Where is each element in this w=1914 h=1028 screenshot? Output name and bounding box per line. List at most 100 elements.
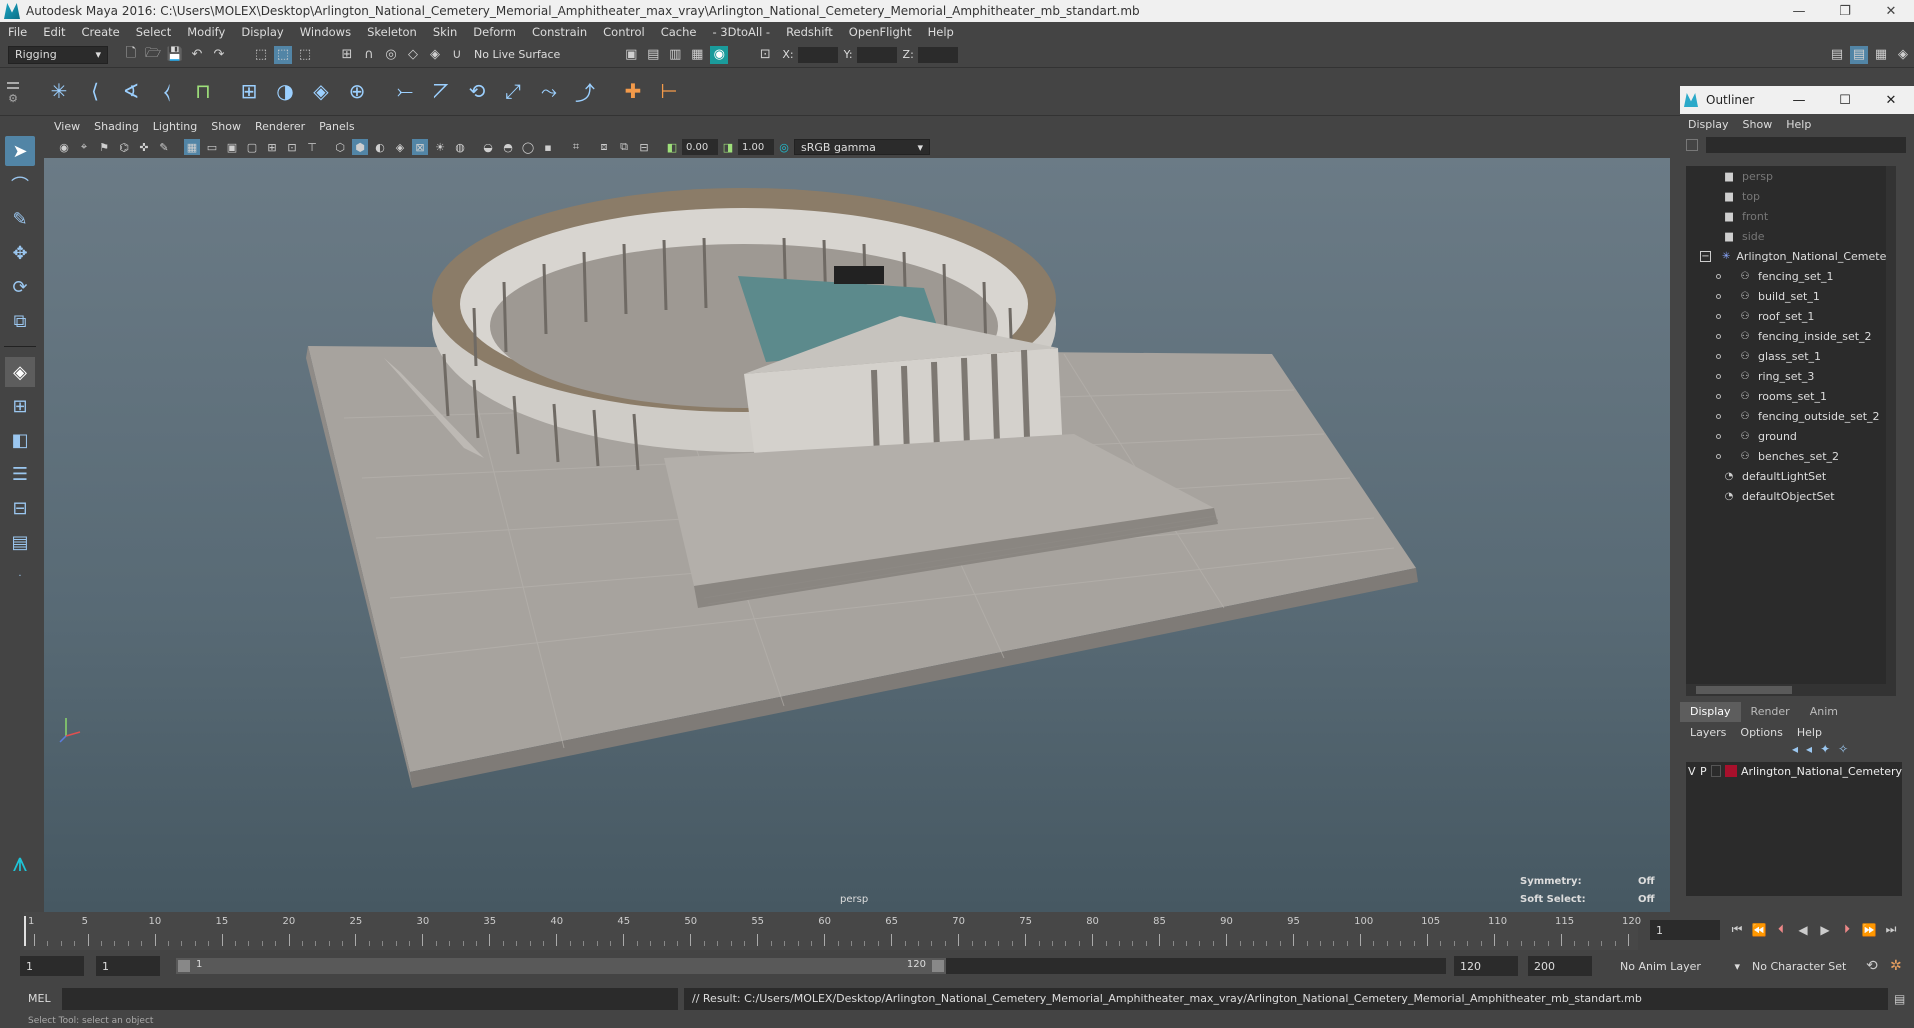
four-view-layout-icon[interactable]: ⊞ <box>5 391 35 421</box>
outliner-item[interactable]: ⚇ fencing_inside_set_2 <box>1686 326 1896 346</box>
viewport-menu-show[interactable]: Show <box>211 120 241 133</box>
snap-view-icon[interactable]: ◇ <box>404 46 422 64</box>
snap-grid-icon[interactable]: ⊞ <box>338 46 356 64</box>
modeling-toolkit-icon[interactable]: ▤ <box>1828 46 1846 64</box>
menu-create[interactable]: Create <box>82 25 120 39</box>
menu-cache[interactable]: Cache <box>661 25 697 39</box>
menu-set-dropdown[interactable]: Rigging ▾ <box>8 45 108 64</box>
camera-attributes-icon[interactable]: ◉ <box>56 139 72 155</box>
outliner-item[interactable]: ⚇ roof_set_1 <box>1686 306 1896 326</box>
rotate-tool-icon[interactable]: ⟳ <box>5 272 35 302</box>
outliner-item[interactable]: ⚇ rooms_set_1 <box>1686 386 1896 406</box>
minimize-button[interactable]: — <box>1776 4 1822 19</box>
outliner-horizontal-scrollbar[interactable] <box>1686 684 1896 696</box>
outliner-item[interactable]: ◔ defaultLightSet <box>1686 466 1896 486</box>
step-forward-key-icon[interactable]: ⏩ <box>1858 923 1880 937</box>
layer-tab-anim[interactable]: Anim <box>1800 702 1848 722</box>
transform-mode-icon[interactable]: ⊡ <box>756 46 774 64</box>
bind-skin-icon[interactable]: ⧼ <box>152 76 182 106</box>
wire-icon[interactable]: ⊕ <box>342 76 372 106</box>
tool-settings-icon[interactable]: ▦ <box>1872 46 1890 64</box>
motion-blur-icon[interactable]: ◓ <box>500 139 516 155</box>
menu-display[interactable]: Display <box>241 25 283 39</box>
outliner-item[interactable]: ⚇ fencing_outside_set_2 <box>1686 406 1896 426</box>
animation-preferences-icon[interactable]: ✲ <box>1890 958 1902 974</box>
outliner-minimize-button[interactable]: — <box>1776 93 1822 108</box>
point-constraint-icon[interactable]: ⦢ <box>426 76 456 106</box>
scrollbar-thumb[interactable] <box>1696 686 1792 694</box>
default-material-icon[interactable]: ◐ <box>372 139 388 155</box>
move-tool-icon[interactable]: ✥ <box>5 238 35 268</box>
select-object-icon[interactable]: ⬚ <box>274 45 292 64</box>
menu-control[interactable]: Control <box>603 25 645 39</box>
isolate-select-icon[interactable]: ⌗ <box>568 139 584 155</box>
resolution-gate-icon[interactable]: ▣ <box>224 139 240 155</box>
outliner-item[interactable]: ▆ side <box>1686 226 1896 246</box>
script-language-toggle[interactable]: MEL <box>28 992 51 1005</box>
character-set-dropdown[interactable]: No Character Set <box>1752 956 1862 976</box>
outliner-item[interactable]: ▆ persp <box>1686 166 1896 186</box>
cluster-handle-icon[interactable]: ⊢ <box>654 76 684 106</box>
save-scene-icon[interactable]: 💾 <box>166 46 184 64</box>
snap-surface-icon[interactable]: ◈ <box>426 46 444 64</box>
color-management-icon[interactable]: ◎ <box>776 139 792 155</box>
layout-menu-icon[interactable]: · <box>5 561 35 591</box>
move-layer-down-icon[interactable]: ◂ <box>1806 742 1812 756</box>
xray-joints-icon[interactable]: ⧉ <box>616 139 632 155</box>
menu-redshift[interactable]: Redshift <box>786 25 833 39</box>
move-layer-up-icon[interactable]: ◂ <box>1792 742 1798 756</box>
menu-deform[interactable]: Deform <box>473 25 516 39</box>
grid-icon[interactable]: ▦ <box>184 139 200 155</box>
layer-row[interactable]: V P Arlington_National_Cemetery <box>1686 762 1902 780</box>
range-end-handle[interactable] <box>932 960 944 972</box>
outliner-search-input[interactable] <box>1706 137 1906 153</box>
camera-lock-icon[interactable]: ⌖ <box>76 139 92 155</box>
ik-handle-icon[interactable]: ⟨ <box>80 76 110 106</box>
anti-aliasing-icon[interactable]: ◯ <box>520 139 536 155</box>
paint-select-tool-icon[interactable]: ✎ <box>5 204 35 234</box>
sculpt-icon[interactable]: ◈ <box>306 76 336 106</box>
snap-curve-icon[interactable]: ∩ <box>360 46 378 64</box>
single-perspective-layout-icon[interactable]: ◈ <box>5 357 35 387</box>
outliner-vertical-scrollbar[interactable] <box>1886 166 1896 684</box>
outliner-menu-show[interactable]: Show <box>1743 118 1773 131</box>
range-slider[interactable]: 1 120 <box>176 958 946 974</box>
menu-3dtoall[interactable]: - 3DtoAll - <box>712 25 770 39</box>
bookmark-icon[interactable]: ⚑ <box>96 139 112 155</box>
persp-graph-layout-icon[interactable]: ☰ <box>5 459 35 489</box>
outliner-item[interactable]: ⚇ glass_set_1 <box>1686 346 1896 366</box>
go-to-end-icon[interactable]: ⏭ <box>1880 922 1902 937</box>
image-plane-icon[interactable]: ⌬ <box>116 139 132 155</box>
new-layer-selected-icon[interactable]: ✧ <box>1838 742 1848 756</box>
live-surface-label[interactable]: No Live Surface <box>474 48 560 61</box>
viewport-menu-shading[interactable]: Shading <box>94 120 139 133</box>
lattice-icon[interactable]: ⊞ <box>234 76 264 106</box>
outliner-item[interactable]: ⚇ ground <box>1686 426 1896 446</box>
viewport-menu-renderer[interactable]: Renderer <box>255 120 305 133</box>
animation-end-field[interactable]: 200 <box>1528 956 1592 976</box>
step-back-frame-icon[interactable]: ⏴ <box>1770 922 1792 937</box>
use-all-lights-icon[interactable]: ☀ <box>432 139 448 155</box>
playback-start-field[interactable]: 1 <box>96 956 160 976</box>
maximize-button[interactable]: ❐ <box>1822 4 1868 19</box>
safe-title-icon[interactable]: ⊤ <box>304 139 320 155</box>
shelf-tab-menu[interactable]: ⚙ <box>4 76 22 108</box>
gamma-icon[interactable]: ◨ <box>720 139 736 155</box>
parent-constraint-icon[interactable]: ⤚ <box>390 76 420 106</box>
auto-key-icon[interactable]: ⟲ <box>1866 958 1878 974</box>
xray-icon[interactable]: ⧈ <box>596 139 612 155</box>
gate-mask-icon[interactable]: ▢ <box>244 139 260 155</box>
textured-icon[interactable]: ⊠ <box>412 139 428 155</box>
menu-file[interactable]: File <box>8 25 27 39</box>
select-component-icon[interactable]: ⬚ <box>296 46 314 64</box>
menu-skeleton[interactable]: Skeleton <box>367 25 417 39</box>
layer-menu-help[interactable]: Help <box>1797 726 1822 739</box>
animation-start-field[interactable]: 1 <box>20 956 84 976</box>
gamma-field[interactable]: 1.00 <box>738 139 774 155</box>
maya-home-icon[interactable]: ⩚ <box>4 848 36 880</box>
scale-constraint-icon[interactable]: ⤢ <box>498 76 528 106</box>
layer-visibility-toggle[interactable]: V <box>1686 765 1698 778</box>
new-layer-icon[interactable]: ✦ <box>1820 742 1830 756</box>
playback-end-field[interactable]: 120 <box>1454 956 1518 976</box>
xray-components-icon[interactable]: ⊟ <box>636 139 652 155</box>
